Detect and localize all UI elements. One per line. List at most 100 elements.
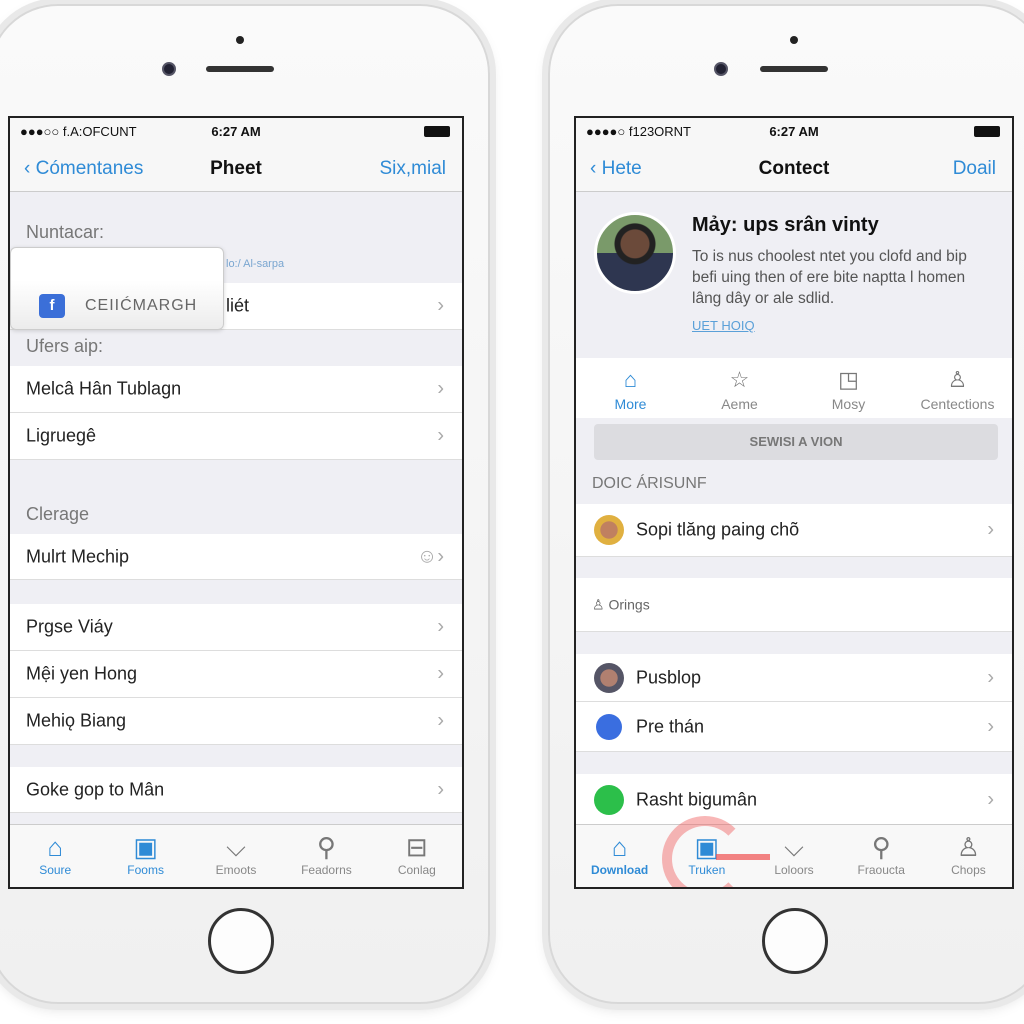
row-text: Orings [608,596,650,612]
list-item[interactable]: Rasht bigumân › [576,774,1012,826]
list-item[interactable]: Pre thán › [576,702,1012,752]
tab-label: Loloors [774,863,814,877]
action-button[interactable]: SEWISI A VION [594,424,998,460]
compass-icon [596,713,622,740]
tab-emoots[interactable]: ⌵ Emoots [191,825,281,887]
tab-label: Fooms [127,863,164,877]
row-label: Mulrt Mechip [26,546,130,566]
bag-icon: ▣ [133,832,158,862]
camera [714,62,728,76]
row-label: Mehiǫ Biang [26,710,127,731]
list-item[interactable]: Mulrt Mechip ☺› [10,534,462,580]
chevron-right-icon: › [437,377,444,400]
person-icon: ♙ [956,832,981,862]
row-label: Pusblop [636,667,702,687]
list-item[interactable]: Mehiǫ Biang › [10,698,462,745]
home-icon: ⌂ [47,832,64,862]
segment-label: Centections [920,396,995,412]
section-header: Ufers aip: [26,336,104,356]
chevron-right-icon: › [987,666,994,688]
row-label: Mệi yen Hong [26,663,138,684]
chevron-right-icon: › [987,715,994,737]
profile-link[interactable]: UET HOIQ [692,318,755,333]
list-item[interactable]: Ligruegê › [10,413,462,460]
popup-label: CEIIĆMARGH [85,297,198,314]
home-button[interactable] [762,908,828,974]
swipe-arrow-icon [716,854,770,860]
chevron-right-icon: › [437,294,444,317]
right-nav-button[interactable]: Six,mial [379,158,446,180]
home-icon: ⌂ [623,367,638,392]
segment-centections[interactable]: ♙ Centections [903,358,1012,418]
tab-fraoucta[interactable]: ⚲ Fraoucta [838,825,925,887]
chevron-right-icon: › [437,709,444,732]
list-item[interactable]: Mệi yen Hong › [10,651,462,698]
row-label: Sopi tlăng paing chõ [636,519,800,540]
section-header: Nuntacar: [26,222,105,242]
battery-icon [974,126,1000,137]
list-item[interactable]: Goke gop to Mân › [10,767,462,813]
person-icon: ♙ [947,367,968,392]
right-nav-button[interactable]: Doail [953,158,996,180]
tab-label: Conlag [397,863,436,877]
tab-label: Soure [39,863,72,877]
microphone-icon: ⚲ [871,832,891,862]
chevron-right-icon: › [437,424,444,447]
nav-bar: ‹ Hete Contect Doail [576,146,1012,192]
list-item[interactable]: ♙ Orings [576,578,1012,632]
list-item[interactable]: Prgse Viáy › [10,604,462,651]
popup-subtext: lo:/ Al-sarpa [226,258,285,270]
section-header: DOIC ÁRISUNF [592,475,707,492]
chevron-right-icon: › [987,788,994,810]
profile-name: Mảy: ups srân vinty [692,214,879,236]
chevron-right-icon: › [437,778,444,800]
time: 6:27 AM [211,124,261,139]
sensor [236,36,244,44]
tab-feadorns[interactable]: ⚲ Feadorns [281,825,371,887]
tray-icon: ⊟ [405,832,428,862]
sensor [790,36,798,44]
segment-aeme[interactable]: ☆ Aeme [685,358,794,418]
list-item[interactable]: Pusblop › [576,654,1012,702]
speaker [760,66,828,72]
status-bar: ●●●●○ f123ORNT 6:27 AM [576,118,1012,146]
microphone-icon: ⚲ [316,832,336,862]
tab-download[interactable]: ⌂ Download [576,825,663,887]
person-icon: ♙ [592,596,609,612]
row-label: Rasht bigumân [636,789,758,809]
tab-chops[interactable]: ♙ Chops [925,825,1012,887]
popup-card[interactable]: f CEIIĆMARGH [10,247,224,330]
status-bar: ●●●○○ f.A:OFCUNT 6:27 AM [10,118,462,146]
tab-fooms[interactable]: ▣ Fooms [100,825,190,887]
tab-soure[interactable]: ⌂ Soure [10,825,100,887]
square-icon: ◳ [838,367,859,392]
list-item[interactable]: Melcâ Hân Tublagn › [10,366,462,413]
chevron-right-icon: › [987,518,994,541]
page-title: Contect [758,158,830,179]
segment-label: Aeme [721,396,758,412]
row-label: Prgse Viáy [26,616,113,637]
chevron-right-icon: › [437,615,444,638]
row-label: liét [226,295,250,316]
tab-bar: ⌂ Soure ▣ Fooms ⌵ Emoots ⚲ Feadorns ⊟ Conlag [10,824,462,887]
chevron-right-icon: › [437,662,444,685]
row-label: Ligruegê [26,425,97,446]
row-label: ♙ Orings [592,596,650,613]
home-button[interactable] [208,908,274,974]
segment-bar: ⌂ More ☆ Aeme ◳ Mosy ♙ Centections [576,358,1012,418]
battery-icon [424,126,450,137]
row-label: Goke gop to Mân [26,779,165,799]
phone-icon [594,784,624,815]
segment-mosy[interactable]: ◳ Mosy [794,358,903,418]
segment-more[interactable]: ⌂ More [576,358,685,418]
tab-conlag[interactable]: ⊟ Conlag [372,825,462,887]
list-item[interactable]: Sopi tlăng paing chõ › [576,504,1012,557]
tab-label: Chops [951,863,986,877]
time: 6:27 AM [769,124,819,139]
facebook-icon: f [39,294,65,318]
star-icon: ☆ [729,367,750,392]
right-screen: ●●●●○ f123ORNT 6:27 AM ‹ Hete Contect Do… [574,116,1014,889]
segment-label: More [614,396,647,412]
nav-bar: ‹ Cómentanes Pheet Six,mial [10,146,462,192]
tab-label: Emoots [215,863,257,877]
